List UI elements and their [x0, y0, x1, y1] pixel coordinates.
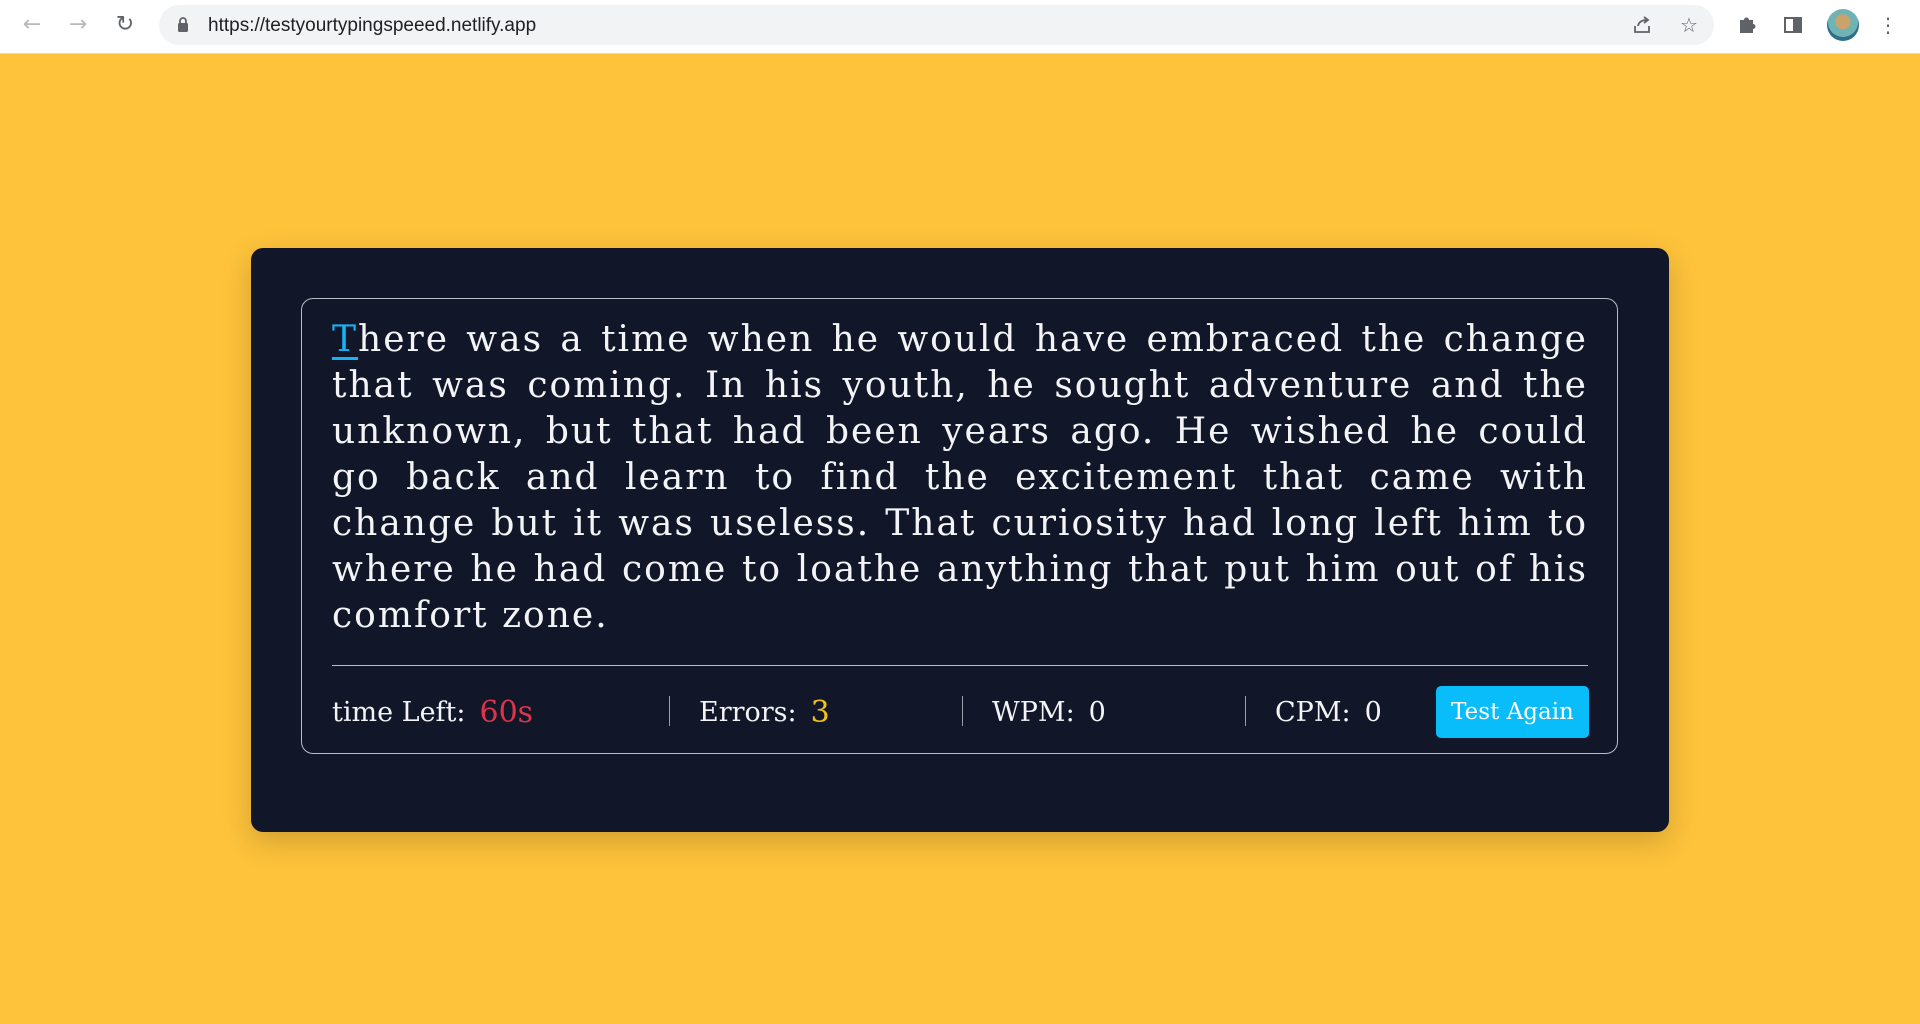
time-value: 60s — [479, 694, 534, 730]
stat-separator — [1245, 696, 1246, 726]
back-button[interactable]: ← — [17, 10, 47, 40]
arrow-right-icon: → — [68, 12, 88, 37]
errors-label: Errors: — [699, 696, 797, 728]
errors-stat: Errors: 3 — [699, 686, 830, 738]
url-text[interactable]: https://testyourtypingspeeed.netlify.app — [208, 15, 536, 37]
paragraph-text: here was a time when he would have embra… — [332, 319, 1588, 636]
kebab-menu-icon: ⋮ — [1878, 13, 1898, 37]
address-bar[interactable]: https://testyourtypingspeeed.netlify.app… — [159, 5, 1714, 45]
time-stat: time Left: 60s — [332, 686, 533, 738]
browser-toolbar: ← → ↻ https://testyourtypingspeeed.netli… — [0, 0, 1920, 54]
cpm-value: 0 — [1364, 696, 1382, 728]
bookmark-button[interactable]: ☆ — [1677, 13, 1701, 37]
stats-divider — [332, 665, 1588, 666]
stat-separator — [669, 696, 670, 726]
stats-bar: time Left: 60s Errors: 3 WPM: 0 CPM: 0 T… — [332, 686, 1589, 738]
cpm-stat: CPM: 0 — [1275, 686, 1382, 738]
typing-test-card: There was a time when he would have embr… — [251, 248, 1669, 832]
menu-button[interactable]: ⋮ — [1875, 12, 1901, 38]
share-button[interactable] — [1630, 13, 1654, 37]
lock-icon — [178, 17, 188, 32]
wpm-label: WPM: — [992, 696, 1075, 728]
arrow-left-icon: ← — [22, 12, 42, 37]
wpm-value: 0 — [1088, 696, 1106, 728]
time-label: time Left: — [332, 696, 466, 728]
side-panel-icon — [1784, 17, 1802, 33]
side-panel-button[interactable] — [1780, 12, 1806, 38]
extensions-button[interactable] — [1734, 12, 1760, 38]
avatar[interactable] — [1827, 9, 1859, 41]
share-icon — [1634, 16, 1650, 33]
cpm-label: CPM: — [1275, 696, 1351, 728]
forward-button[interactable]: → — [63, 10, 93, 40]
puzzle-icon — [1740, 17, 1756, 33]
active-character: T — [332, 319, 359, 360]
typing-area[interactable]: There was a time when he would have embr… — [301, 298, 1618, 754]
reload-button[interactable]: ↻ — [110, 10, 140, 40]
test-again-button[interactable]: Test Again — [1436, 686, 1589, 738]
wpm-stat: WPM: 0 — [992, 686, 1106, 738]
errors-value: 3 — [810, 694, 830, 730]
typing-paragraph[interactable]: There was a time when he would have embr… — [332, 317, 1588, 639]
star-icon: ☆ — [1680, 13, 1698, 37]
stat-separator — [962, 696, 963, 726]
reload-icon: ↻ — [115, 12, 135, 37]
